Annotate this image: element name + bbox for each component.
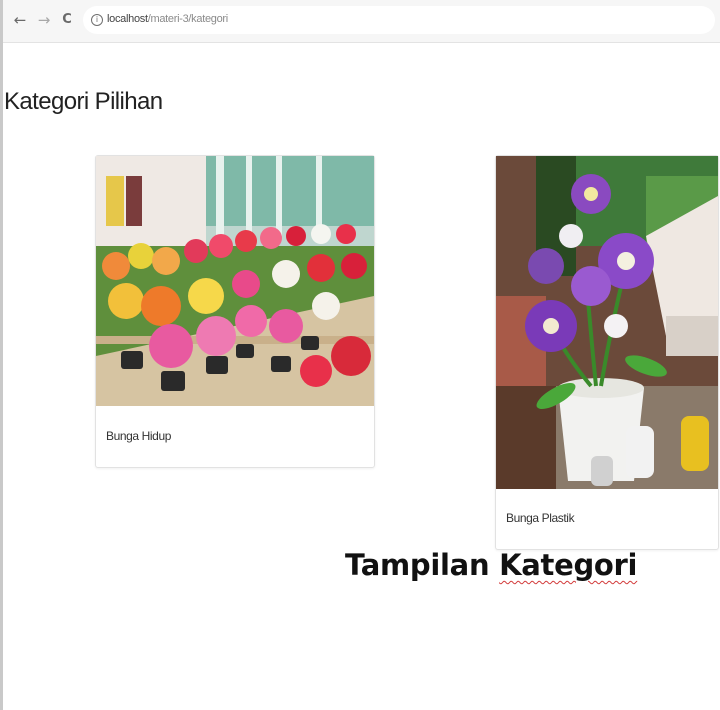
category-card-bunga-hidup[interactable]: Bunga Hidup (95, 155, 375, 468)
category-card-bunga-plastik[interactable]: Bunga Plastik (495, 155, 719, 550)
window-left-border (0, 0, 3, 710)
forward-arrow-icon[interactable]: → (36, 12, 52, 28)
reload-icon[interactable]: C (59, 12, 75, 28)
bunga-plastik-image[interactable] (496, 156, 718, 489)
category-label[interactable]: Bunga Plastik (506, 511, 575, 525)
caption-word-kategori: Kategori (499, 548, 638, 582)
caption-word-tampilan: Tampilan (345, 548, 490, 582)
caption-title: Tampilan Kategori (345, 548, 638, 582)
category-label[interactable]: Bunga Hidup (106, 429, 171, 443)
address-bar[interactable]: i localhost/materi-3/kategori (83, 6, 715, 34)
bunga-hidup-image[interactable] (96, 156, 374, 406)
browser-toolbar: ← → C i localhost/materi-3/kategori (3, 0, 720, 43)
plastic-flower-vase-photo-icon (496, 156, 718, 489)
info-icon[interactable]: i (91, 14, 103, 26)
url-host: localhost (107, 13, 148, 25)
page-title: Kategori Pilihan (4, 88, 163, 115)
flower-garden-photo-icon (96, 156, 374, 406)
url-text[interactable]: localhost/materi-3/kategori (107, 13, 228, 25)
url-path: /materi-3/kategori (147, 13, 229, 25)
back-arrow-icon[interactable]: ← (12, 12, 28, 28)
